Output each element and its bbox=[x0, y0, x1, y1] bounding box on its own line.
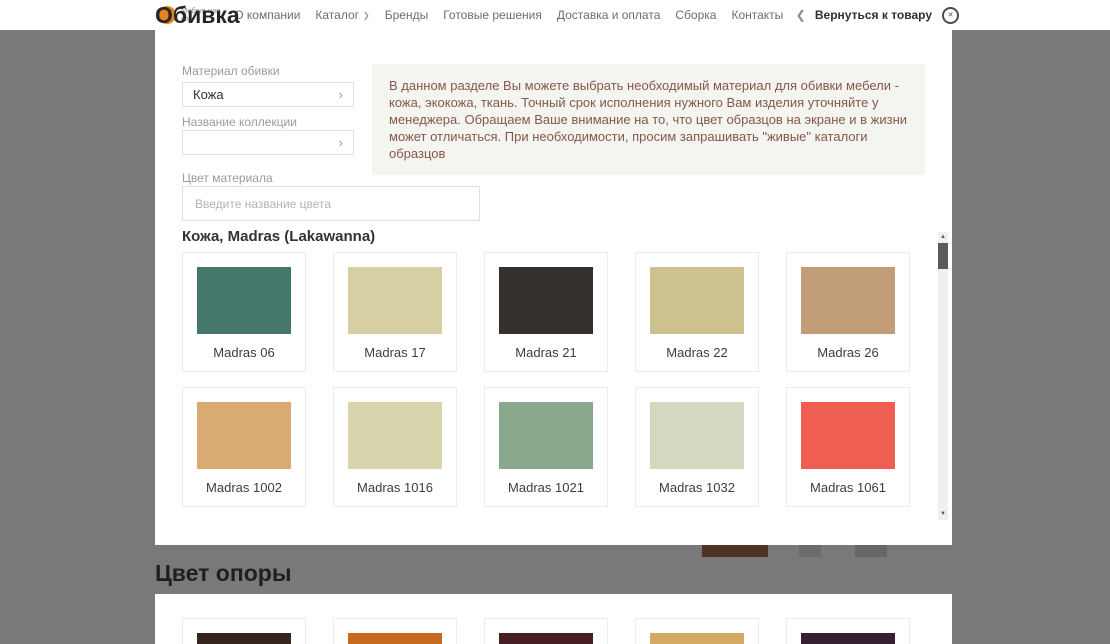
swatch-label: Madras 06 bbox=[213, 345, 274, 360]
support-swatch-card[interactable] bbox=[635, 618, 759, 644]
info-text: В данном разделе Вы можете выбрать необх… bbox=[372, 64, 925, 175]
swatch-grid: Madras 06 Madras 17 Madras 21 Madras 22 … bbox=[182, 252, 910, 507]
swatch-label: Madras 1002 bbox=[206, 480, 282, 495]
swatch-card[interactable]: Madras 1016 bbox=[333, 387, 457, 507]
upholstery-panel: Материал обивки Кожа › Название коллекци… bbox=[155, 30, 952, 545]
scroll-down-icon[interactable]: ▼ bbox=[938, 509, 948, 520]
swatch-image bbox=[499, 633, 593, 644]
swatch-image bbox=[348, 633, 442, 644]
swatch-card[interactable]: Madras 1021 bbox=[484, 387, 608, 507]
scrollbar-track[interactable] bbox=[938, 243, 948, 509]
color-label: Цвет материала bbox=[182, 171, 273, 185]
swatch-label: Madras 26 bbox=[817, 345, 878, 360]
swatch-label: Madras 22 bbox=[666, 345, 727, 360]
chevron-right-icon: › bbox=[339, 88, 343, 101]
collection-select[interactable]: › bbox=[182, 130, 354, 155]
swatch-group-title: Кожа, Madras (Lakawanna) bbox=[182, 228, 375, 245]
scrollbar[interactable]: ▲ ▼ bbox=[938, 232, 948, 520]
swatch-card[interactable]: Madras 22 bbox=[635, 252, 759, 372]
material-select-value: Кожа bbox=[193, 87, 224, 102]
swatch-label: Madras 1061 bbox=[810, 480, 886, 495]
swatch-label: Madras 1021 bbox=[508, 480, 584, 495]
swatch-image bbox=[499, 402, 593, 469]
swatch-card[interactable]: Madras 1002 bbox=[182, 387, 306, 507]
swatch-image bbox=[801, 267, 895, 334]
material-label: Материал обивки bbox=[182, 64, 280, 78]
scrollbar-thumb[interactable] bbox=[938, 243, 948, 269]
scroll-up-icon[interactable]: ▲ bbox=[938, 232, 948, 243]
collection-label: Название коллекции bbox=[182, 115, 297, 129]
swatch-image bbox=[801, 402, 895, 469]
swatch-image bbox=[650, 633, 744, 644]
support-color-title: Цвет опоры bbox=[155, 558, 952, 588]
swatch-card[interactable]: Madras 1032 bbox=[635, 387, 759, 507]
swatch-image bbox=[801, 633, 895, 644]
swatch-image bbox=[197, 267, 291, 334]
swatch-label: Madras 21 bbox=[515, 345, 576, 360]
color-search-input[interactable] bbox=[182, 186, 480, 221]
swatch-image bbox=[650, 402, 744, 469]
support-swatch-card[interactable] bbox=[786, 618, 910, 644]
swatch-card[interactable]: Madras 1061 bbox=[786, 387, 910, 507]
support-swatch-card[interactable] bbox=[182, 618, 306, 644]
swatch-label: Madras 17 bbox=[364, 345, 425, 360]
support-swatch-grid bbox=[182, 618, 952, 644]
upholstery-modal: Обивка Материал обивки Кожа › Название к… bbox=[155, 0, 952, 644]
swatch-label: Madras 1032 bbox=[659, 480, 735, 495]
modal-title: Обивка bbox=[155, 0, 952, 30]
swatch-card[interactable]: Madras 17 bbox=[333, 252, 457, 372]
support-swatch-card[interactable] bbox=[484, 618, 608, 644]
swatch-image bbox=[197, 402, 291, 469]
material-select[interactable]: Кожа › bbox=[182, 82, 354, 107]
swatch-image bbox=[650, 267, 744, 334]
swatch-card[interactable]: Madras 26 bbox=[786, 252, 910, 372]
swatch-image bbox=[499, 267, 593, 334]
swatch-card[interactable]: Madras 21 bbox=[484, 252, 608, 372]
support-swatch-card[interactable] bbox=[333, 618, 457, 644]
swatch-label: Madras 1016 bbox=[357, 480, 433, 495]
swatch-image bbox=[348, 267, 442, 334]
swatch-card[interactable]: Madras 06 bbox=[182, 252, 306, 372]
support-color-panel bbox=[155, 594, 952, 644]
chevron-right-icon: › bbox=[339, 136, 343, 149]
swatch-image bbox=[348, 402, 442, 469]
swatch-image bbox=[197, 633, 291, 644]
